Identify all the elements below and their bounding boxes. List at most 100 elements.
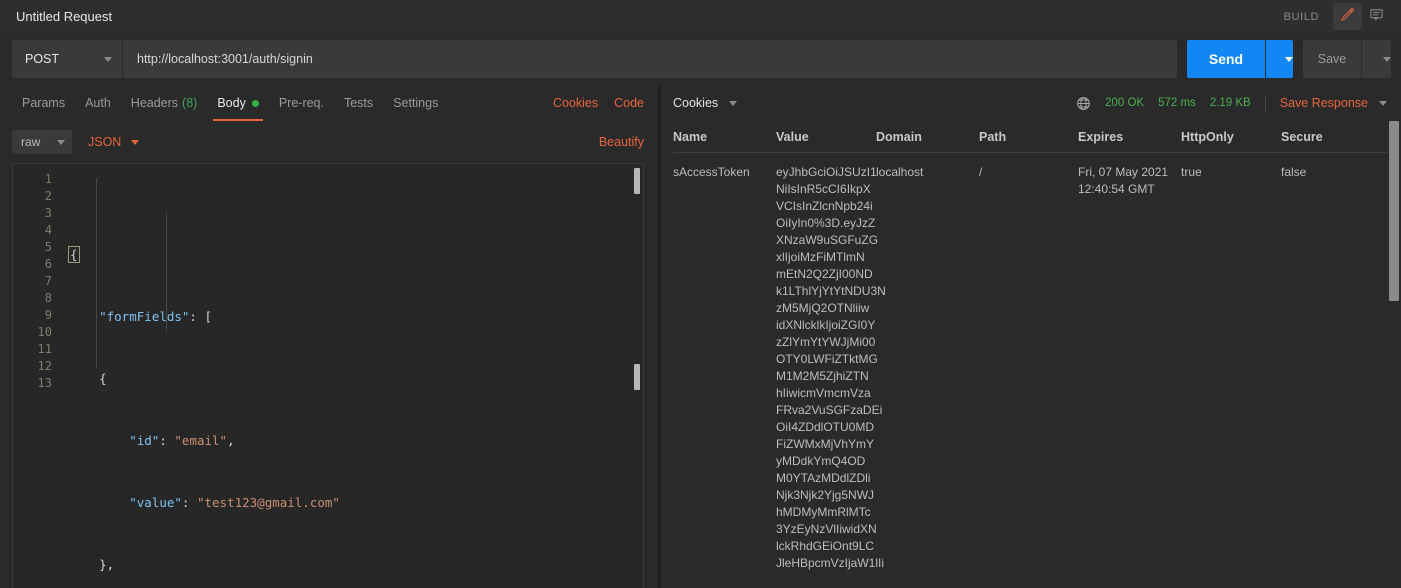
body-options-bar: raw JSON Beautify: [0, 121, 658, 163]
chevron-down-icon: [1285, 57, 1293, 62]
indent-guide: [96, 178, 97, 368]
chevron-down-icon: [1383, 57, 1391, 62]
column-header-secure: Secure: [1281, 130, 1381, 144]
comments-button[interactable]: [1362, 3, 1391, 30]
send-button[interactable]: Send: [1187, 40, 1265, 78]
line-number: 11: [13, 341, 61, 358]
http-method-value: POST: [25, 52, 59, 66]
api-client-window: Untitled Request BUILD: [0, 0, 1401, 588]
beautify-button[interactable]: Beautify: [599, 135, 644, 149]
line-number: 8: [13, 290, 61, 307]
tab-tests[interactable]: Tests: [334, 85, 383, 121]
status-badge: 200 OK: [1105, 97, 1144, 109]
divider: [1265, 95, 1266, 112]
send-button-group: Send: [1187, 40, 1293, 78]
title-bar: Untitled Request BUILD: [0, 0, 1401, 33]
main-split: Params Auth Headers (8) Body Pre-req. T: [0, 85, 1401, 588]
json-colon: :: [182, 495, 190, 510]
chevron-down-icon[interactable]: [1379, 101, 1387, 106]
body-mode-select[interactable]: raw: [12, 130, 72, 154]
response-time: 572 ms: [1158, 97, 1196, 109]
line-number: 7: [13, 273, 61, 290]
tab-body[interactable]: Body: [207, 85, 269, 121]
cell-cookie-name: sAccessToken: [673, 164, 776, 572]
save-button-group: Save: [1303, 40, 1391, 78]
chevron-down-icon: [104, 57, 112, 62]
chevron-down-icon: [131, 140, 139, 145]
save-options-button[interactable]: [1361, 40, 1391, 78]
build-label: BUILD: [1284, 11, 1319, 23]
request-url-bar: POST http://localhost:3001/auth/signin S…: [0, 33, 1401, 85]
response-view-select[interactable]: Cookies: [673, 96, 737, 110]
tab-settings[interactable]: Settings: [383, 85, 448, 121]
page-title: Untitled Request: [16, 9, 112, 24]
body-format-select[interactable]: JSON: [88, 130, 139, 154]
response-scrollbar[interactable]: [1387, 121, 1401, 588]
editor-scroll-marker[interactable]: [634, 364, 640, 390]
body-mode-value: raw: [21, 135, 40, 149]
json-colon: :: [159, 433, 167, 448]
json-colon: :: [189, 309, 197, 324]
line-number: 2: [13, 188, 61, 205]
code-line: {: [61, 246, 643, 263]
line-number: 9: [13, 307, 61, 324]
tab-label: Auth: [85, 96, 111, 110]
chevron-down-icon: [729, 101, 737, 106]
editor-scroll-thumb[interactable]: [634, 168, 640, 194]
indent-guide: [166, 212, 167, 332]
table-header-row: Name Value Domain Path Expires HttpOnly …: [673, 121, 1401, 153]
json-close-brace-comma: },: [99, 557, 114, 572]
editor-gutter: 1 2 3 4 5 6 7 8 9 10 11 12 13: [13, 164, 61, 588]
http-method-select[interactable]: POST: [12, 40, 122, 78]
code-line: {: [61, 370, 643, 387]
table-row: sAccessToken eyJhbGciOiJSUzI1 NiIsInR5cC…: [673, 153, 1401, 572]
cell-cookie-value: eyJhbGciOiJSUzI1 NiIsInR5cCI6IkpX VCIsIn…: [776, 164, 876, 572]
url-input[interactable]: http://localhost:3001/auth/signin: [122, 40, 1177, 78]
tab-label: Tests: [344, 96, 373, 110]
json-key: "value": [129, 495, 182, 510]
json-string-value: "test123@gmail.com": [197, 495, 340, 510]
response-meta: 200 OK 572 ms 2.19 KB Save Response: [1076, 95, 1387, 112]
cookies-link[interactable]: Cookies: [553, 96, 598, 110]
tab-label: Body: [217, 96, 246, 110]
request-tab-actions: Cookies Code: [553, 85, 644, 121]
response-view-value: Cookies: [673, 96, 718, 110]
column-header-path: Path: [979, 130, 1078, 144]
cell-cookie-expires: Fri, 07 May 2021 12:40:54 GMT: [1078, 164, 1181, 572]
response-pane: Cookies 200 OK 572 ms: [661, 85, 1401, 588]
line-number: 3: [13, 205, 61, 222]
response-scroll-thumb[interactable]: [1389, 121, 1399, 301]
code-link[interactable]: Code: [614, 96, 644, 110]
code-line: "value": "test123@gmail.com": [61, 494, 643, 511]
line-number: 12: [13, 358, 61, 375]
line-number: 1: [13, 171, 61, 188]
code-line: "formFields": [: [61, 308, 643, 325]
save-button[interactable]: Save: [1303, 40, 1361, 78]
json-open-brace: {: [99, 371, 107, 386]
editor-code-area[interactable]: { "formFields": [ { "id": "email", "valu…: [61, 164, 643, 588]
response-header: Cookies 200 OK 572 ms: [661, 85, 1401, 121]
send-options-button[interactable]: [1265, 40, 1293, 78]
tab-headers[interactable]: Headers (8): [121, 85, 208, 121]
globe-icon: [1076, 96, 1091, 111]
save-response-button[interactable]: Save Response: [1280, 96, 1368, 110]
editor-scrollbar[interactable]: [631, 164, 643, 588]
comment-icon: [1369, 7, 1384, 27]
tab-params[interactable]: Params: [12, 85, 75, 121]
cookies-table: Name Value Domain Path Expires HttpOnly …: [673, 121, 1401, 588]
pencil-icon: [1340, 7, 1355, 27]
column-header-value: Value: [776, 130, 876, 144]
tab-pre-request[interactable]: Pre-req.: [269, 85, 334, 121]
edit-mode-button[interactable]: [1333, 3, 1362, 30]
column-header-name: Name: [673, 130, 776, 144]
headers-count-badge: (8): [182, 96, 197, 110]
title-bar-actions: BUILD: [1284, 3, 1391, 30]
request-pane: Params Auth Headers (8) Body Pre-req. T: [0, 85, 658, 588]
line-number: 4: [13, 222, 61, 239]
json-open-brace: {: [69, 247, 79, 262]
json-string-value: "email": [174, 433, 227, 448]
request-body-editor[interactable]: 1 2 3 4 5 6 7 8 9 10 11 12 13: [12, 163, 644, 588]
line-number: 10: [13, 324, 61, 341]
tab-auth[interactable]: Auth: [75, 85, 121, 121]
response-size: 2.19 KB: [1210, 97, 1251, 109]
